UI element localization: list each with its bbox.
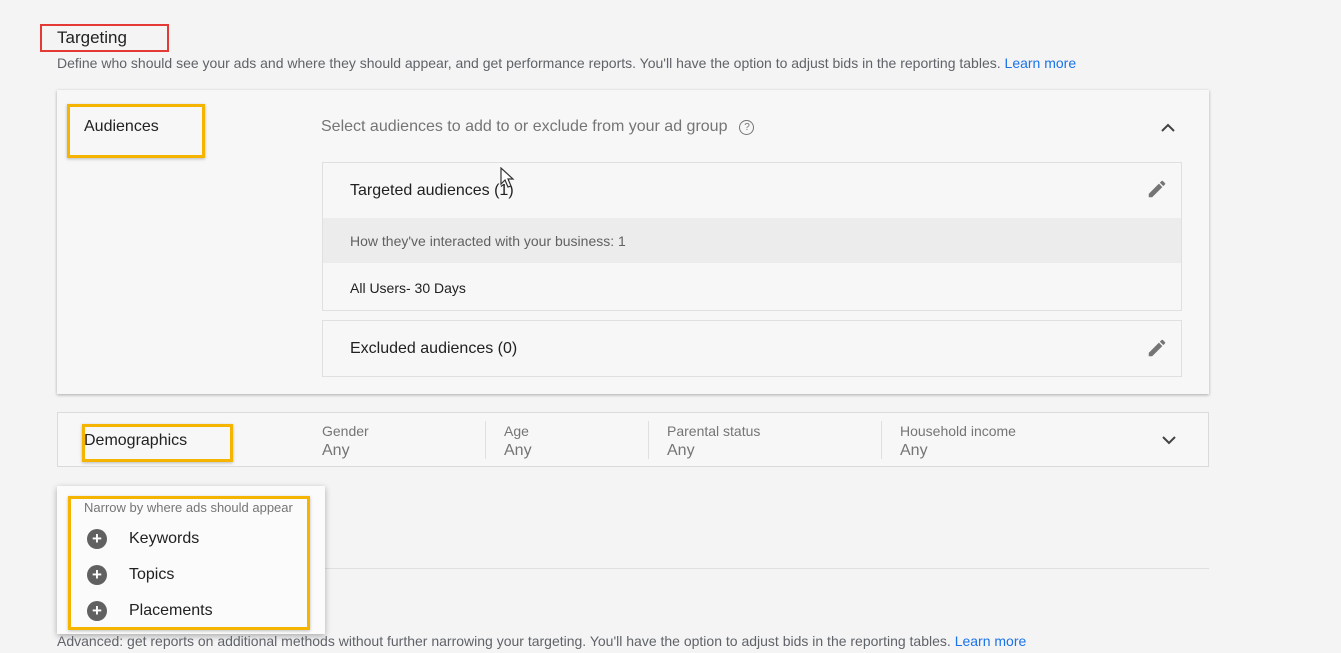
- help-icon[interactable]: ?: [739, 119, 755, 135]
- demo-column-value: Any: [667, 442, 695, 459]
- edit-targeted-icon[interactable]: [1146, 178, 1168, 200]
- narrow-menu-highlight-box: [68, 496, 310, 630]
- demo-column-label: Gender: [322, 423, 369, 439]
- targeted-audiences-box: Targeted audiences (1) How they've inter…: [322, 162, 1182, 311]
- audiences-subtitle-row: Select audiences to add to or exclude fr…: [321, 118, 755, 136]
- learn-more-link[interactable]: Learn more: [1005, 55, 1077, 71]
- demo-column-age: Age Any: [504, 423, 532, 460]
- demo-column-value: Any: [900, 442, 928, 459]
- audience-item: All Users- 30 Days: [350, 280, 466, 296]
- audiences-highlight-box: [67, 104, 205, 158]
- demo-column-value: Any: [504, 442, 532, 459]
- demo-column-label: Parental status: [667, 423, 761, 439]
- column-divider: [881, 421, 882, 459]
- edit-excluded-icon[interactable]: [1146, 337, 1168, 359]
- demo-column-income: Household income Any: [900, 423, 1016, 460]
- demo-column-parental: Parental status Any: [667, 423, 760, 460]
- chevron-down-icon[interactable]: [1158, 429, 1180, 451]
- section-description-text: Define who should see your ads and where…: [57, 55, 1001, 71]
- interaction-group-row: How they've interacted with your busines…: [323, 218, 1181, 263]
- advanced-learn-more-link[interactable]: Learn more: [955, 633, 1027, 649]
- excluded-audiences-title: Excluded audiences (0): [350, 340, 518, 357]
- audiences-card: Audiences Select audiences to add to or …: [57, 90, 1209, 394]
- demo-column-value: Any: [322, 442, 350, 459]
- chevron-up-icon[interactable]: [1157, 117, 1179, 139]
- demo-column-gender: Gender Any: [322, 423, 369, 460]
- demographics-highlight-box: [82, 424, 233, 462]
- title-highlight-box: [40, 24, 169, 52]
- advanced-description: Advanced: get reports on additional meth…: [57, 633, 1026, 649]
- excluded-audiences-box: Excluded audiences (0): [322, 320, 1182, 377]
- column-divider: [485, 421, 486, 459]
- section-divider: [320, 568, 1209, 569]
- mouse-cursor-icon: [500, 166, 516, 189]
- targeted-audiences-title: Targeted audiences (1): [350, 182, 514, 199]
- advanced-description-text: Advanced: get reports on additional meth…: [57, 633, 951, 649]
- column-divider: [648, 421, 649, 459]
- audiences-subtitle: Select audiences to add to or exclude fr…: [321, 118, 728, 135]
- interaction-group-label: How they've interacted with your busines…: [350, 233, 626, 249]
- demo-column-label: Household income: [900, 423, 1016, 439]
- section-description: Define who should see your ads and where…: [57, 55, 1076, 71]
- demo-column-label: Age: [504, 423, 529, 439]
